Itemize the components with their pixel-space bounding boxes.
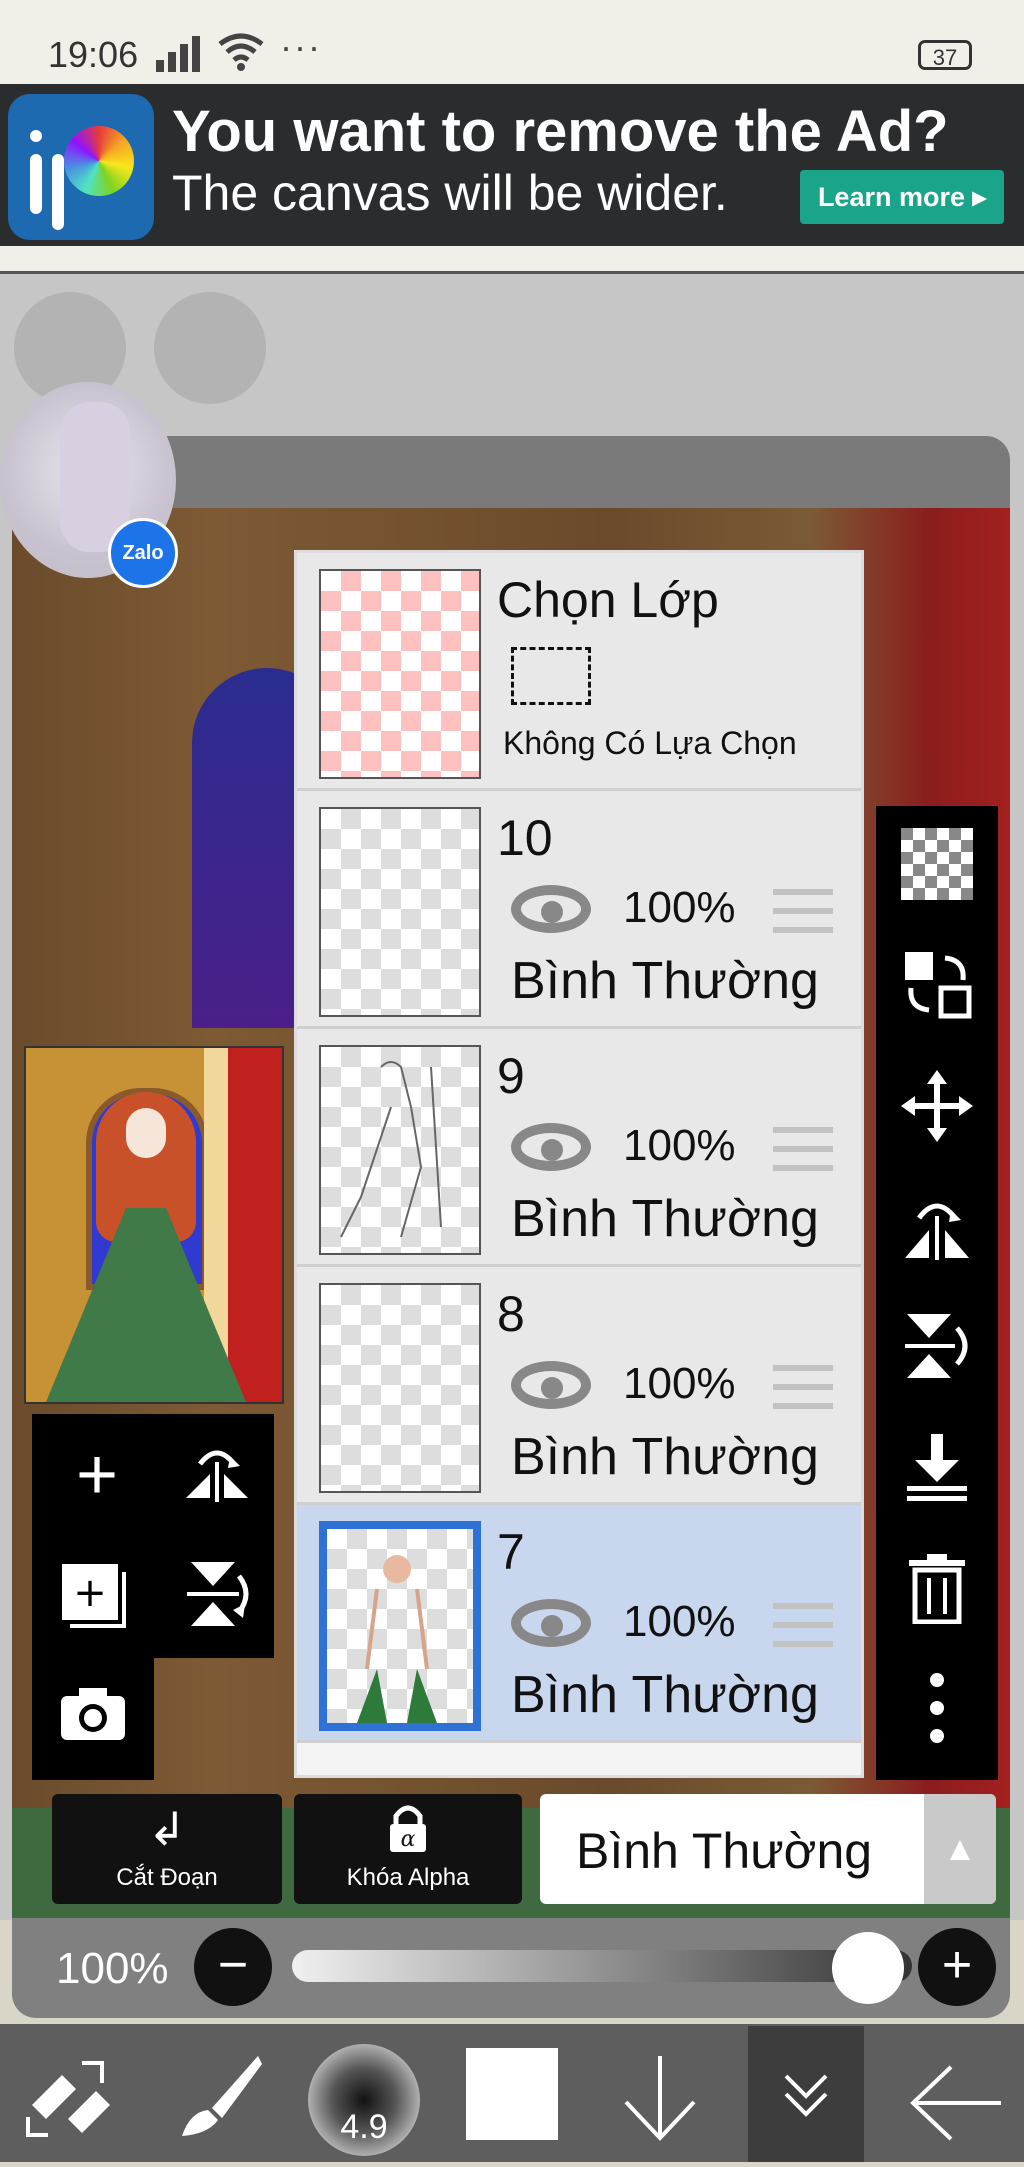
preview-face xyxy=(126,1108,166,1158)
ad-title: You want to remove the Ad? xyxy=(172,99,949,164)
layer-name: 8 xyxy=(497,1286,525,1342)
add-layer-icon[interactable]: + xyxy=(52,1434,142,1516)
layer-opacity: 100% xyxy=(623,1359,736,1408)
right-tool-panel xyxy=(876,806,998,1780)
tool-switch-icon[interactable] xyxy=(20,2052,120,2162)
zalo-chat-bubble[interactable]: Zalo xyxy=(0,382,178,588)
layer-blend-mode: Bình Thường xyxy=(511,1666,819,1724)
brush-size-button[interactable]: 4.9 xyxy=(308,2044,420,2156)
more-status-icon: ··· xyxy=(280,26,322,67)
ad-subtitle: The canvas will be wider. xyxy=(172,165,728,221)
drag-handle-icon[interactable] xyxy=(773,1603,833,1647)
layer-thumbnail xyxy=(319,1283,481,1493)
svg-text:+: + xyxy=(73,1570,107,1616)
wifi-icon xyxy=(218,32,264,72)
selection-rect-icon xyxy=(511,647,591,705)
ad-divider xyxy=(0,246,1024,274)
selection-layer-thumbnail xyxy=(319,569,481,779)
layer-thumbnail xyxy=(319,1521,481,1731)
layer-name: 7 xyxy=(497,1524,525,1580)
visibility-eye-icon[interactable] xyxy=(511,1361,591,1409)
plus-button[interactable]: + xyxy=(918,1928,996,2006)
clipping-label: Cắt Đoạn xyxy=(116,1864,218,1891)
drag-handle-icon[interactable] xyxy=(773,1365,833,1409)
status-time: 19:06 xyxy=(48,34,139,75)
flip-horizontal-icon[interactable] xyxy=(172,1442,262,1511)
arrow-down-icon[interactable] xyxy=(610,2052,710,2165)
camera-tool-panel xyxy=(32,1656,154,1780)
layer-thumbnail xyxy=(319,807,481,1017)
lock-icon: α xyxy=(294,1802,522,1865)
more-icon[interactable] xyxy=(876,1672,998,1758)
layer-name: 9 xyxy=(497,1048,525,1104)
camera-icon[interactable] xyxy=(58,1686,128,1747)
swap-icon[interactable] xyxy=(876,948,998,1034)
layer-name: 10 xyxy=(497,810,553,866)
merge-down-icon[interactable] xyxy=(876,1432,998,1518)
opacity-slider-track[interactable] xyxy=(292,1950,912,1982)
trash-icon[interactable] xyxy=(876,1552,998,1638)
signal-icon xyxy=(156,36,206,72)
ibis-paint-logo-icon xyxy=(8,94,154,240)
visibility-eye-icon[interactable] xyxy=(511,1599,591,1647)
layer-thumbnail xyxy=(319,1045,481,1255)
color-swatch[interactable] xyxy=(466,2048,558,2140)
ad-banner[interactable]: You want to remove the Ad? The canvas wi… xyxy=(0,84,1024,246)
redo-button[interactable] xyxy=(154,292,266,404)
blend-mode-select[interactable]: Bình Thường ▲ xyxy=(540,1794,996,1904)
learn-more-button[interactable]: Learn more ▸ xyxy=(800,170,1004,224)
brush-icon[interactable] xyxy=(170,2046,270,2165)
flip-icon[interactable] xyxy=(876,1190,998,1276)
visibility-eye-icon[interactable] xyxy=(511,885,591,933)
selection-layer-title: Chọn Lớp xyxy=(497,572,719,628)
copy-layer-icon[interactable]: + xyxy=(60,1562,130,1632)
selection-status: Không Có Lựa Chọn xyxy=(503,725,797,761)
layer-opacity: 100% xyxy=(623,1597,736,1646)
canvas-preview[interactable] xyxy=(24,1046,284,1404)
visibility-eye-icon[interactable] xyxy=(511,1123,591,1171)
collapse-button[interactable] xyxy=(748,2026,864,2162)
selection-layer[interactable]: Chọn Lớp Không Có Lựa Chọn xyxy=(297,553,861,791)
blend-mode-value: Bình Thường xyxy=(576,1823,873,1879)
color-wheel-icon xyxy=(64,126,134,196)
layer-item[interactable]: 8 100% Bình Thường xyxy=(297,1267,861,1505)
battery-icon: 37 xyxy=(918,40,972,70)
bottom-toolbar: 4.9 xyxy=(0,2024,1024,2162)
dropdown-arrow-icon[interactable]: ▲ xyxy=(924,1794,996,1904)
opacity-value: 100% xyxy=(56,1944,169,1993)
opacity-slider-bar: 100% − + xyxy=(12,1918,1010,2018)
layer-item-selected[interactable]: 7 100% Bình Thường xyxy=(297,1505,861,1743)
layer-opacity: 100% xyxy=(623,1121,736,1170)
transparency-icon[interactable] xyxy=(876,828,998,914)
brush-size-value: 4.9 xyxy=(340,2108,388,2146)
back-arrow-icon[interactable] xyxy=(900,2056,1010,2166)
minus-button[interactable]: − xyxy=(194,1928,272,2006)
layer-opacity: 100% xyxy=(623,883,736,932)
move-icon[interactable] xyxy=(876,1070,998,1156)
opacity-slider-knob[interactable] xyxy=(832,1932,904,2004)
flip-vertical-icon[interactable] xyxy=(178,1558,258,1635)
flip-v-icon[interactable] xyxy=(876,1310,998,1396)
alpha-lock-label: Khóa Alpha xyxy=(346,1864,470,1891)
zalo-icon: Zalo xyxy=(108,518,178,588)
drag-handle-icon[interactable] xyxy=(773,1127,833,1171)
layer-blend-mode: Bình Thường xyxy=(511,952,819,1010)
layer-blend-mode: Bình Thường xyxy=(511,1190,819,1248)
drag-handle-icon[interactable] xyxy=(773,889,833,933)
svg-text:α: α xyxy=(401,1827,416,1852)
alpha-lock-button[interactable]: α Khóa Alpha xyxy=(294,1794,522,1904)
left-tool-panel: + + xyxy=(32,1414,274,1658)
preview-curtain xyxy=(228,1048,282,1402)
layer-item[interactable]: 9 100% Bình Thường xyxy=(297,1029,861,1267)
layer-list[interactable]: Chọn Lớp Không Có Lựa Chọn 10 100% Bình … xyxy=(294,550,864,1778)
clipping-icon: ↲ xyxy=(147,1803,187,1855)
layer-blend-mode: Bình Thường xyxy=(511,1428,819,1486)
status-bar: 19:06 ··· 37 xyxy=(0,0,1024,84)
clipping-button[interactable]: ↲ Cắt Đoạn xyxy=(52,1794,282,1904)
layer-item[interactable]: 10 100% Bình Thường xyxy=(297,791,861,1029)
